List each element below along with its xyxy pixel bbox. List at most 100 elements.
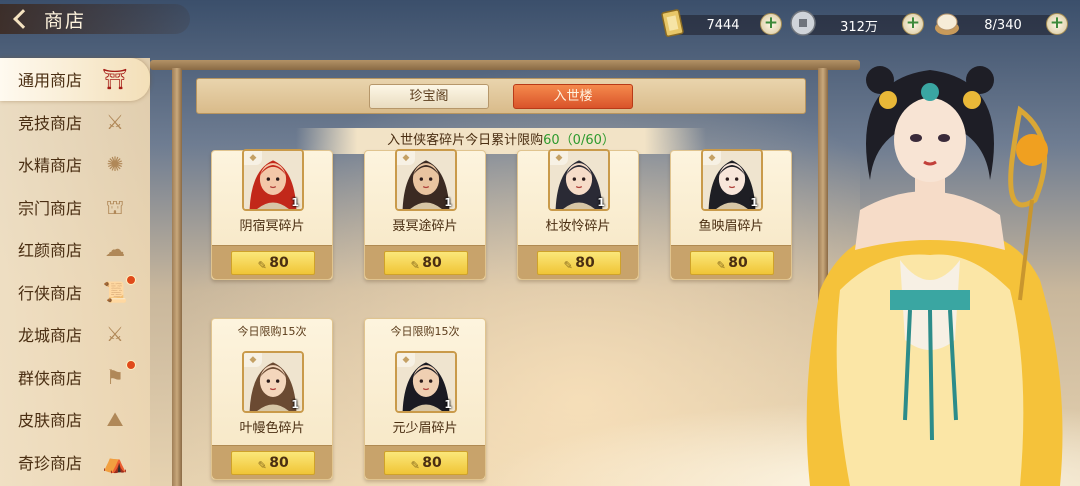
page-title: 商店	[44, 9, 87, 32]
item-card[interactable]: ◆ 1 鱼映眉碎片 ✎ 80	[670, 149, 792, 280]
shopkeeper-character	[806, 66, 1063, 486]
notice-progress: （0/60）	[559, 133, 615, 148]
currency-stamina: 8/340 +	[935, 13, 1068, 36]
tab-bar: 珍宝阁 入世楼	[196, 78, 806, 114]
item-name: 杜妆怜碎片	[545, 219, 611, 234]
sidebar-item-skin-shop[interactable]: 皮肤商店 ⛰	[0, 398, 150, 441]
sidebar-item-beauty-shop[interactable]: 红颜商店 ☁	[0, 228, 150, 271]
buy-button[interactable]: ✎ 80	[231, 251, 315, 275]
sidebar-item-label: 红颜商店	[18, 241, 83, 261]
buy-button[interactable]: ✎ 80	[231, 451, 315, 475]
character-portrait: ◆ 1	[242, 351, 304, 413]
sidebar-item-label: 皮肤商店	[18, 411, 83, 431]
fragment-icon: ◆	[244, 353, 262, 367]
title-bar: 商店	[0, 4, 190, 34]
banner-icon: ⚑	[106, 364, 124, 389]
daily-limit-label: 今日限购15次	[237, 325, 307, 338]
notice-text: 入世侠客碎片今日累计限购	[387, 133, 544, 148]
item-name: 鱼映眉碎片	[698, 219, 764, 234]
price-band: ✎ 80	[365, 445, 485, 479]
sidebar-item-label: 奇珍商店	[18, 453, 83, 473]
item-card[interactable]: 今日限购15次 ◆ 1 叶幔色碎片 ✎ 80	[211, 318, 333, 480]
sidebar-item-label: 水精商店	[18, 156, 83, 176]
item-price: 80	[422, 455, 442, 471]
buy-button[interactable]: ✎ 80	[384, 251, 468, 275]
sidebar-item-treasure-shop[interactable]: 奇珍商店 ⛺	[0, 441, 150, 484]
coin-icon	[790, 10, 816, 36]
buy-button[interactable]: ✎ 80	[690, 251, 774, 275]
daily-limit-label: 今日限购15次	[390, 325, 460, 338]
crystal-icon: ✺	[106, 152, 124, 176]
price-band: ✎ 80	[365, 245, 485, 279]
sidebar-item-sect-shop[interactable]: 宗门商店 ⛫	[0, 186, 150, 229]
treasure-icon: ⛺	[102, 449, 128, 474]
character-portrait: ◆ 1	[548, 149, 610, 211]
back-arrow-icon[interactable]	[13, 9, 33, 29]
token-icon: ✎	[410, 259, 420, 272]
token-icon: ✎	[563, 259, 573, 272]
fragment-icon: ◆	[397, 151, 415, 165]
buy-button[interactable]: ✎ 80	[384, 451, 468, 475]
token-icon: ✎	[257, 459, 267, 472]
token-icon: ✎	[410, 459, 420, 472]
fragment-icon: ◆	[550, 151, 568, 165]
add-coin-button[interactable]: +	[902, 13, 924, 35]
shop-frame-post	[172, 68, 182, 486]
item-card[interactable]: 今日限购15次 ◆ 1 元少眉碎片 ✎ 80	[364, 318, 486, 480]
price-band: ✎ 80	[671, 245, 791, 279]
token-icon: ✎	[257, 259, 267, 272]
item-quantity: 1	[291, 398, 299, 411]
item-card[interactable]: ◆ 1 聂冥途碎片 ✎ 80	[364, 149, 486, 280]
sidebar-item-label: 群侠商店	[18, 368, 83, 388]
character-portrait: ◆ 1	[242, 149, 304, 211]
notification-badge	[126, 359, 136, 370]
sidebar-item-heroes-shop[interactable]: 群侠商店 ⚑	[0, 356, 150, 399]
item-name: 元少眉碎片	[392, 421, 458, 436]
sidebar-item-general-shop[interactable]: 通用商店 ⛩	[0, 58, 150, 101]
fragment-icon: ◆	[397, 353, 415, 367]
notice-limit: 60	[543, 133, 560, 148]
sidebar-item-arena-shop[interactable]: 竞技商店 ⚔	[0, 101, 150, 144]
item-quantity: 1	[597, 196, 605, 209]
item-name: 阴宿冥碎片	[239, 219, 305, 234]
item-name: 叶幔色碎片	[239, 421, 305, 436]
fragment-icon: ◆	[244, 151, 262, 165]
item-card[interactable]: ◆ 1 杜妆怜碎片 ✎ 80	[517, 149, 639, 280]
character-portrait: ◆ 1	[395, 149, 457, 211]
item-quantity: 1	[444, 196, 452, 209]
item-price: 80	[269, 455, 289, 471]
character-portrait: ◆ 1	[395, 351, 457, 413]
character-portrait: ◆ 1	[701, 149, 763, 211]
token-icon: ✎	[716, 259, 726, 272]
item-quantity: 1	[291, 196, 299, 209]
shop-frame-beam	[150, 60, 860, 70]
item-quantity: 1	[750, 196, 758, 209]
shop-sidebar: 通用商店 ⛩ 竞技商店 ⚔ 水精商店 ✺ 宗门商店 ⛫ 红颜商店 ☁ 行侠商店 …	[0, 58, 150, 486]
sidebar-item-dragon-city-shop[interactable]: 龙城商店 ⚔	[0, 313, 150, 356]
buy-button[interactable]: ✎ 80	[537, 251, 621, 275]
crossed-swords-icon: ⚔	[106, 109, 124, 134]
item-name: 聂冥途碎片	[392, 219, 458, 234]
add-stamina-button[interactable]: +	[1046, 13, 1068, 35]
fan-icon: ☁	[105, 237, 125, 261]
sidebar-item-hero-shop[interactable]: 行侠商店 📜	[0, 271, 150, 314]
sidebar-item-crystal-shop[interactable]: 水精商店 ✺	[0, 143, 150, 186]
notification-badge	[126, 274, 136, 285]
price-band: ✎ 80	[212, 245, 332, 279]
add-token-button[interactable]: +	[760, 13, 782, 35]
mountain-icon: ⛰	[106, 407, 124, 431]
pavilion-icon: ⛩	[102, 67, 128, 91]
item-price: 80	[269, 255, 289, 271]
purchase-limit-notice: 入世侠客碎片今日累计限购60（0/60）	[296, 128, 706, 154]
item-card[interactable]: ◆ 1 阴宿冥碎片 ✎ 80	[211, 149, 333, 280]
bun-icon	[935, 13, 959, 35]
item-price: 80	[575, 255, 595, 271]
sidebar-item-label: 龙城商店	[18, 326, 83, 346]
currency-token: 7444 +	[661, 9, 782, 37]
price-band: ✎ 80	[518, 245, 638, 279]
token-icon	[661, 9, 684, 37]
price-band: ✎ 80	[212, 445, 332, 479]
tab-treasure-pavilion[interactable]: 珍宝阁	[369, 84, 489, 109]
sidebar-item-label: 宗门商店	[18, 198, 83, 218]
tab-world-tower[interactable]: 入世楼	[513, 84, 633, 109]
